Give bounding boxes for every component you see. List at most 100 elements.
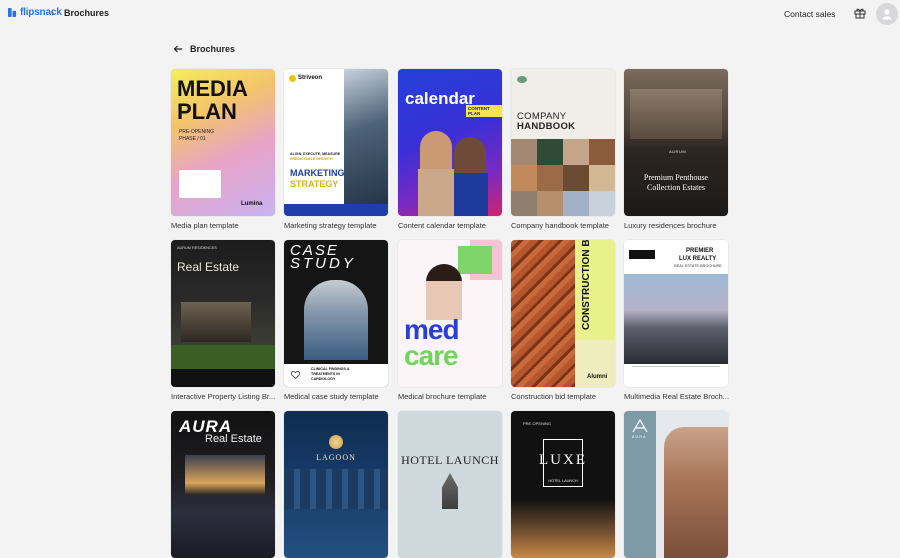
template-card-marketing-strategy[interactable]: Striveon ALIGN, EXECUTE, MEASURE PREDICT… bbox=[284, 69, 388, 230]
template-thumbnail[interactable]: CASE STUDY CLINICAL FINDINGS & TREATMENT… bbox=[284, 240, 388, 387]
cover-title: LUX REALTY bbox=[679, 256, 717, 262]
logo-a-icon bbox=[632, 419, 648, 433]
cover-badge bbox=[458, 246, 492, 274]
template-card-content-calendar[interactable]: calendar CONTENT PLAN Content calendar t… bbox=[398, 69, 502, 230]
heart-icon bbox=[291, 371, 300, 379]
page-title: Brochures bbox=[190, 44, 236, 54]
cover-text: PHASE / 01 bbox=[179, 136, 206, 142]
template-card-property-listing[interactable]: AURUM RESIDENCES Real Estate Interactive… bbox=[171, 240, 275, 401]
cover-title: PLAN bbox=[177, 99, 237, 124]
cover-brand: Striveon bbox=[298, 75, 323, 81]
template-label: Company handbook template bbox=[511, 221, 609, 230]
cover-text: CLINICAL FINDINGS & bbox=[311, 367, 350, 371]
template-card-hotel-launch[interactable]: HOTEL LAUNCH bbox=[398, 411, 502, 558]
brand-logo bbox=[629, 250, 655, 259]
cover-title: PREMIER bbox=[686, 248, 714, 254]
template-thumbnail[interactable]: AURUM RESIDENCES Real Estate bbox=[171, 240, 275, 387]
cover-tile bbox=[511, 165, 537, 191]
cover-tile bbox=[511, 139, 537, 165]
cover-tile bbox=[563, 165, 589, 191]
template-card-construction-bid[interactable]: CONSTRUCTION BID Alumni Construction bid… bbox=[511, 240, 615, 401]
cover-tile bbox=[563, 139, 589, 165]
cover-text: TREATMENTS IN bbox=[311, 372, 340, 376]
cover-photo bbox=[624, 274, 728, 364]
template-label: Content calendar template bbox=[398, 221, 486, 230]
cover-title: MEDIA bbox=[177, 76, 248, 101]
cover-tile bbox=[537, 139, 563, 165]
cover-text: ALIGN, EXECUTE, MEASURE bbox=[290, 152, 341, 156]
template-thumbnail[interactable]: COMPANY HANDBOOK bbox=[511, 69, 615, 216]
template-label: Medical brochure template bbox=[398, 392, 487, 401]
cover-tile bbox=[589, 139, 615, 165]
template-thumbnail[interactable]: Striveon ALIGN, EXECUTE, MEASURE PREDICT… bbox=[284, 69, 388, 216]
cover-title: STRATEGY bbox=[290, 179, 339, 189]
template-card-medical-case-study[interactable]: CASE STUDY CLINICAL FINDINGS & TREATMENT… bbox=[284, 240, 388, 401]
brand-name: flipsnack bbox=[20, 7, 62, 18]
cover-tile bbox=[589, 165, 615, 191]
template-thumbnail[interactable]: calendar CONTENT PLAN bbox=[398, 69, 502, 216]
avatar[interactable] bbox=[876, 3, 898, 25]
cover-footer bbox=[284, 204, 388, 216]
template-card-multimedia-real-estate[interactable]: PREMIER LUX REALTY REAL ESTATE BROCHURE … bbox=[624, 240, 730, 401]
contact-sales-link[interactable]: Contact sales bbox=[784, 9, 836, 19]
cover-footer bbox=[171, 369, 275, 387]
breadcrumb[interactable]: Brochures bbox=[64, 8, 109, 18]
cover-tile bbox=[537, 191, 563, 216]
cover-text: PRE-OPENING bbox=[523, 421, 552, 426]
cover-photo bbox=[304, 280, 368, 360]
cover-brand: Lumina bbox=[241, 201, 263, 207]
cover-photo bbox=[442, 473, 458, 509]
brand-logo-icon bbox=[517, 76, 527, 83]
cover-title: Real Estate bbox=[205, 433, 262, 445]
cover-badge: CONTENT PLAN bbox=[466, 105, 502, 117]
cover-brand: AURA bbox=[632, 435, 647, 439]
template-thumbnail[interactable]: HOTEL LAUNCH bbox=[398, 411, 502, 558]
cover-tile bbox=[563, 191, 589, 216]
brand-logo-icon bbox=[289, 75, 296, 82]
template-thumbnail[interactable]: PRE-OPENING LUXE HOTEL LAUNCH bbox=[511, 411, 615, 558]
cover-photo bbox=[344, 69, 388, 216]
cover-photo bbox=[630, 89, 722, 139]
template-label: Interactive Property Listing Br... bbox=[171, 392, 276, 401]
template-thumbnail[interactable]: PREMIER LUX REALTY REAL ESTATE BROCHURE bbox=[624, 240, 728, 387]
chevron-right-icon: › bbox=[51, 8, 55, 19]
template-card-aura-building[interactable]: AURA bbox=[624, 411, 728, 558]
cover-text: REAL ESTATE BROCHURE bbox=[674, 264, 722, 268]
template-thumbnail[interactable]: AURUM Premium Penthouse Collection Estat… bbox=[624, 69, 728, 216]
cover-person-body bbox=[454, 173, 488, 216]
gift-icon[interactable] bbox=[854, 7, 866, 19]
cover-person bbox=[426, 264, 462, 320]
template-thumbnail[interactable]: med care bbox=[398, 240, 502, 387]
cover-text: HOTEL LAUNCH bbox=[548, 479, 578, 483]
cover-photo bbox=[664, 427, 728, 558]
template-label: Multimedia Real Estate Broch... bbox=[624, 392, 730, 401]
template-card-company-handbook[interactable]: COMPANY HANDBOOK Company handbook templa… bbox=[511, 69, 615, 230]
template-label: Luxury residences brochure bbox=[624, 221, 717, 230]
template-label: Construction bid template bbox=[511, 392, 597, 401]
cover-band bbox=[624, 411, 656, 558]
template-card-lagoon[interactable]: LAGOON bbox=[284, 411, 388, 558]
cover-brand: Alumni bbox=[587, 374, 608, 380]
user-icon bbox=[882, 9, 892, 20]
cover-brand: AURUM RESIDENCES bbox=[177, 246, 217, 250]
cover-title: CONSTRUCTION BID bbox=[581, 240, 592, 330]
cover-title: LAGOON bbox=[316, 453, 356, 462]
template-card-medical-brochure[interactable]: med care Medical brochure template bbox=[398, 240, 502, 401]
template-card-aura-real-estate[interactable]: AURA Real Estate bbox=[171, 411, 275, 558]
template-card-luxury-residences[interactable]: AURUM Premium Penthouse Collection Estat… bbox=[624, 69, 728, 230]
cover-title: HANDBOOK bbox=[517, 121, 576, 132]
template-thumbnail[interactable]: CONSTRUCTION BID Alumni bbox=[511, 240, 615, 387]
template-label: Marketing strategy template bbox=[284, 221, 377, 230]
template-thumbnail[interactable]: MEDIA PLAN PRE-OPENING PHASE / 01 Lumina bbox=[171, 69, 275, 216]
cover-text: PREDICTABLE GROWTH bbox=[290, 157, 333, 161]
template-card-luxe-hotel[interactable]: PRE-OPENING LUXE HOTEL LAUNCH bbox=[511, 411, 615, 558]
cover-tile bbox=[537, 165, 563, 191]
cover-photo bbox=[284, 469, 388, 509]
arrow-left-icon[interactable] bbox=[173, 44, 183, 54]
template-thumbnail[interactable]: LAGOON bbox=[284, 411, 388, 558]
template-thumbnail[interactable]: AURA bbox=[624, 411, 728, 558]
template-thumbnail[interactable]: AURA Real Estate bbox=[171, 411, 275, 558]
template-card-media-plan[interactable]: MEDIA PLAN PRE-OPENING PHASE / 01 Lumina… bbox=[171, 69, 275, 230]
cover-photo bbox=[181, 302, 251, 342]
cover-person-body bbox=[418, 169, 454, 216]
